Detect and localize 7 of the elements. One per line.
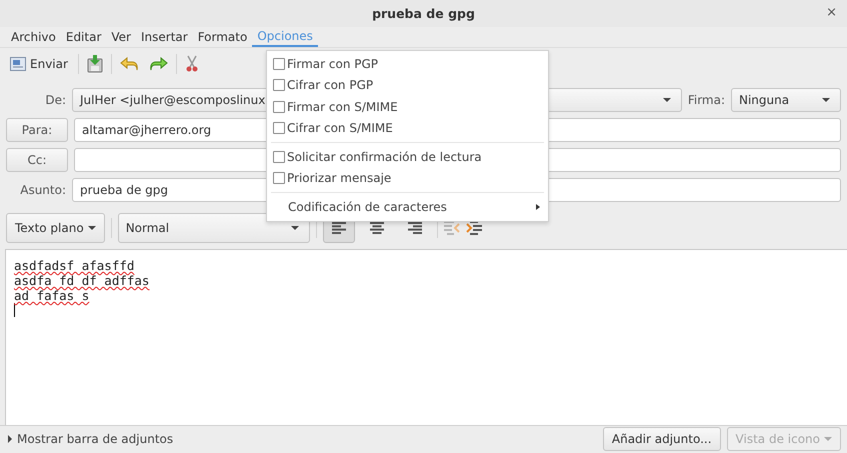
- from-label: De:: [44, 93, 66, 107]
- body-text-line: ad fafas s: [14, 288, 90, 303]
- subject-label: Asunto:: [19, 183, 66, 197]
- body-text-line: asdfa fd df adffas: [14, 273, 150, 288]
- signature-label: Firma:: [688, 93, 725, 107]
- body-text-line: asdfadsf afasffd: [14, 258, 134, 273]
- window-title: prueba de gpg: [372, 6, 475, 21]
